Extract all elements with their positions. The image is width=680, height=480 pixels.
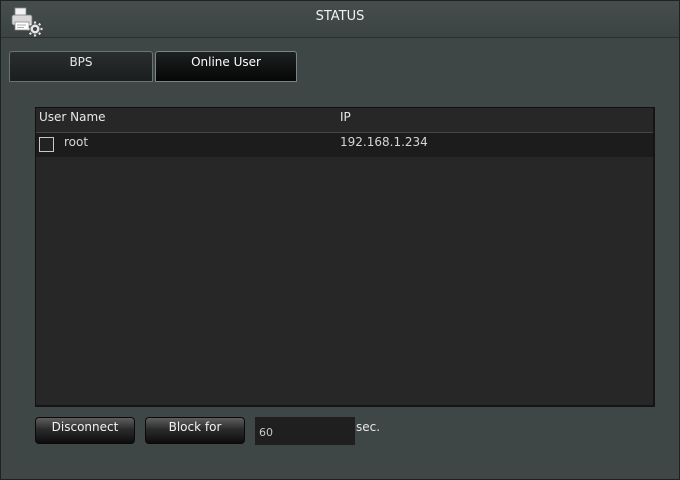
column-header-user-name: User Name <box>39 110 106 124</box>
table-row[interactable]: root 192.168.1.234 <box>36 133 653 157</box>
row-checkbox[interactable] <box>39 137 54 152</box>
cell-user-name: root <box>64 135 89 149</box>
disconnect-button[interactable]: Disconnect <box>35 417 135 444</box>
block-duration-unit: sec. <box>356 420 381 434</box>
window-title: STATUS <box>315 9 365 24</box>
online-user-table: User Name IP root 192.168.1.234 <box>35 107 655 407</box>
status-window: STATUS BPS Online User User Name IP root… <box>0 0 680 480</box>
block-duration-input[interactable] <box>255 417 355 445</box>
table-header: User Name IP <box>36 108 653 133</box>
tab-online-user[interactable]: Online User <box>155 51 297 82</box>
title-bar: STATUS <box>1 1 679 38</box>
column-header-ip: IP <box>340 110 351 124</box>
cell-ip: 192.168.1.234 <box>340 135 428 149</box>
block-for-button[interactable]: Block for <box>145 417 245 444</box>
tab-bps[interactable]: BPS <box>9 51 153 82</box>
